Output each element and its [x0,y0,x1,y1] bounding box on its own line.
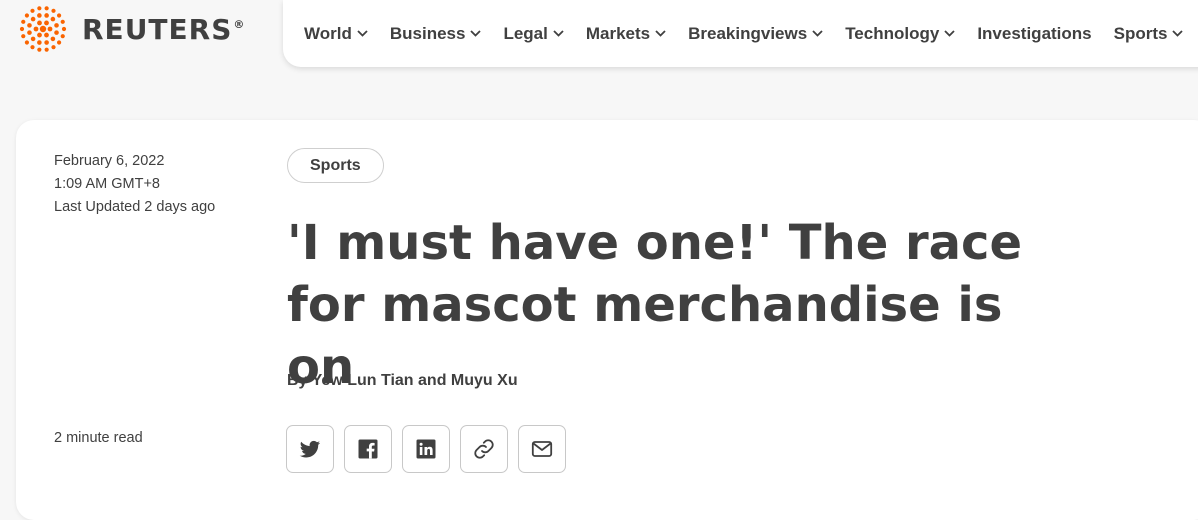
link-icon [474,439,494,459]
author-link[interactable]: Yew Lun Tian [312,372,414,389]
reuters-logo-icon [19,6,67,52]
main-navigation: World Business Legal Markets Breakingvie… [283,0,1198,67]
nav-item-investigations[interactable]: Investigations [977,24,1091,44]
chevron-down-icon [1172,30,1184,37]
share-facebook-button[interactable] [344,425,392,473]
read-time: 2 minute read [54,430,143,446]
chevron-down-icon [944,30,955,37]
publish-time: 1:09 AM GMT+8 [54,176,160,192]
brand-wordmark: REUTERS® [82,12,246,46]
nav-item-world[interactable]: World [304,24,368,44]
chevron-down-icon [357,30,368,37]
publish-date: February 6, 2022 [54,153,165,169]
email-icon [531,441,553,457]
share-email-button[interactable] [518,425,566,473]
section-tag-sports[interactable]: Sports [287,148,384,183]
nav-item-business[interactable]: Business [390,24,482,44]
nav-item-technology[interactable]: Technology [845,24,955,44]
share-bar [286,425,566,473]
nav-item-legal[interactable]: Legal [503,24,564,44]
article-headline: 'I must have one!' The race for mascot m… [287,215,1023,395]
share-linkedin-button[interactable] [402,425,450,473]
chevron-down-icon [655,30,666,37]
reuters-logo[interactable]: REUTERS® [16,2,245,56]
article-meta: February 6, 2022 1:09 AM GMT+8 Last Upda… [54,150,215,219]
copy-link-button[interactable] [460,425,508,473]
chevron-down-icon [812,30,823,37]
author-link[interactable]: Muyu Xu [451,372,518,389]
nav-item-markets[interactable]: Markets [586,24,666,44]
nav-item-sports[interactable]: Sports [1114,24,1184,44]
twitter-icon [299,440,320,458]
facebook-icon [358,439,378,459]
share-twitter-button[interactable] [286,425,334,473]
linkedin-icon [416,439,436,459]
nav-item-breakingviews[interactable]: Breakingviews [688,24,823,44]
chevron-down-icon [553,30,564,37]
chevron-down-icon [470,30,482,37]
byline: By Yew Lun Tian and Muyu Xu [287,372,518,389]
last-updated: Last Updated 2 days ago [54,199,216,215]
